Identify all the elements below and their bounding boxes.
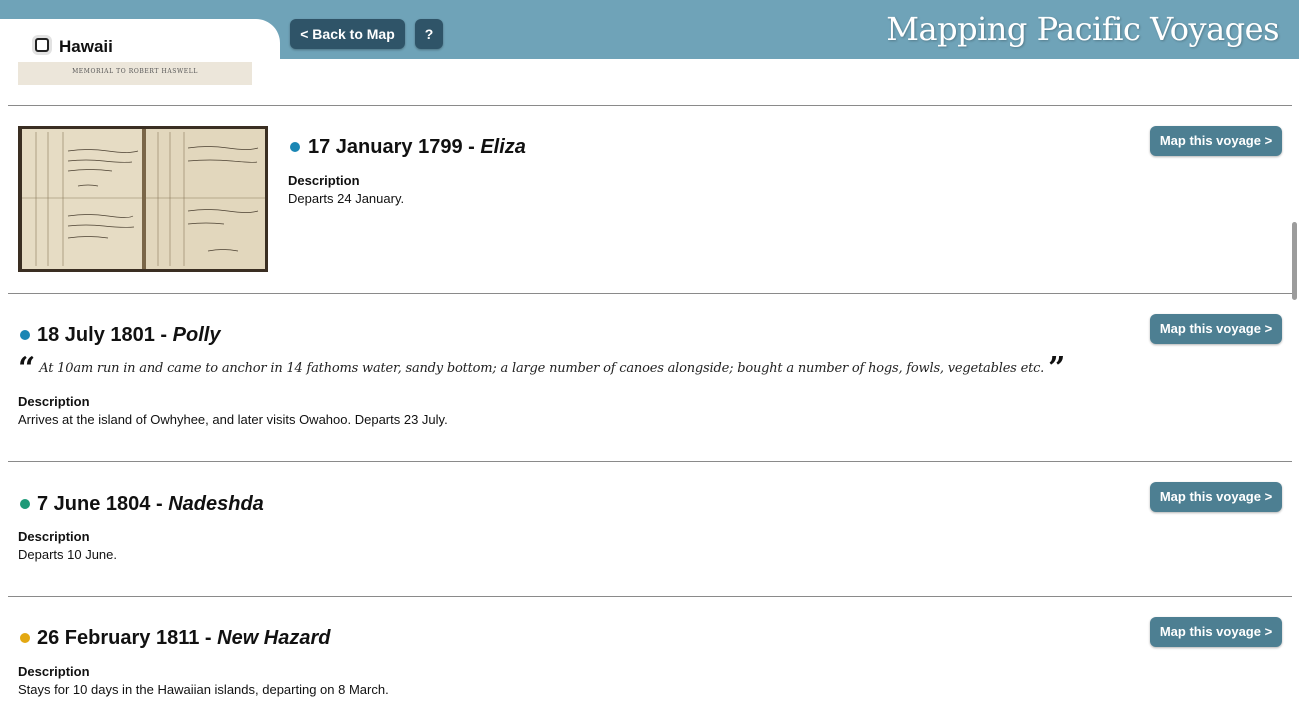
entry-separator: - [462,136,481,158]
entry-separator: - [199,627,218,649]
entry-date: 17 January 1799 [308,136,463,158]
divider [8,293,1292,294]
entry-date: 18 July 1801 [37,324,155,346]
voyage-color-dot [20,499,30,509]
logbook-image [18,126,268,272]
description-label: Description [18,529,90,544]
divider [8,461,1292,462]
description-text: Departs 10 June. [18,547,118,562]
entry-ship: New Hazard [217,627,331,649]
map-this-voyage-button[interactable]: Map this voyage > [1150,314,1282,344]
voyage-color-dot [20,330,30,340]
place-toggle-icon[interactable] [35,38,49,52]
entry-ship: Eliza [480,136,526,158]
entry-title: 7 June 1804 - Nadeshda [37,493,264,516]
memorial-image: MEMORIAL TO ROBERT HASWELL [18,62,252,85]
entry-ship: Polly [172,324,221,346]
entry-separator: - [154,324,173,346]
entry-date: 26 February 1811 [37,627,200,649]
scrollbar-thumb[interactable] [1292,222,1297,300]
quote-text: At 10am run in and came to anchor in 14 … [39,361,1045,376]
close-quote-icon: ” [1048,351,1066,386]
entry-title: 26 February 1811 - New Hazard [37,627,331,650]
divider [8,105,1292,106]
quote: “At 10am run in and came to anchor in 14… [18,354,1065,384]
entry-title: 17 January 1799 - Eliza [308,136,526,159]
voyage-color-dot [290,142,300,152]
description-label: Description [18,394,90,409]
description-text: Arrives at the island of Owhyhee, and la… [18,412,448,427]
description-text: Stays for 10 days in the Hawaiian island… [18,682,389,697]
description-label: Description [18,664,90,679]
description-text: Departs 24 January. [288,191,405,206]
divider [8,596,1292,597]
description-label: Description [288,173,360,188]
map-this-voyage-button[interactable]: Map this voyage > [1150,617,1282,647]
place-name: Hawaii [59,37,113,56]
entry-date: 7 June 1804 [37,493,151,515]
help-button[interactable]: ? [415,19,443,49]
open-quote-icon: “ [18,351,36,386]
memorial-caption: MEMORIAL TO ROBERT HASWELL [72,68,198,75]
back-to-map-button[interactable]: < Back to Map [290,19,405,49]
entry-separator: - [150,493,169,515]
entry-title: 18 July 1801 - Polly [37,324,220,347]
map-this-voyage-button[interactable]: Map this voyage > [1150,126,1282,156]
voyage-color-dot [20,633,30,643]
map-this-voyage-button[interactable]: Map this voyage > [1150,482,1282,512]
site-title: Mapping Pacific Voyages [886,10,1279,48]
entry-ship: Nadeshda [168,493,264,515]
